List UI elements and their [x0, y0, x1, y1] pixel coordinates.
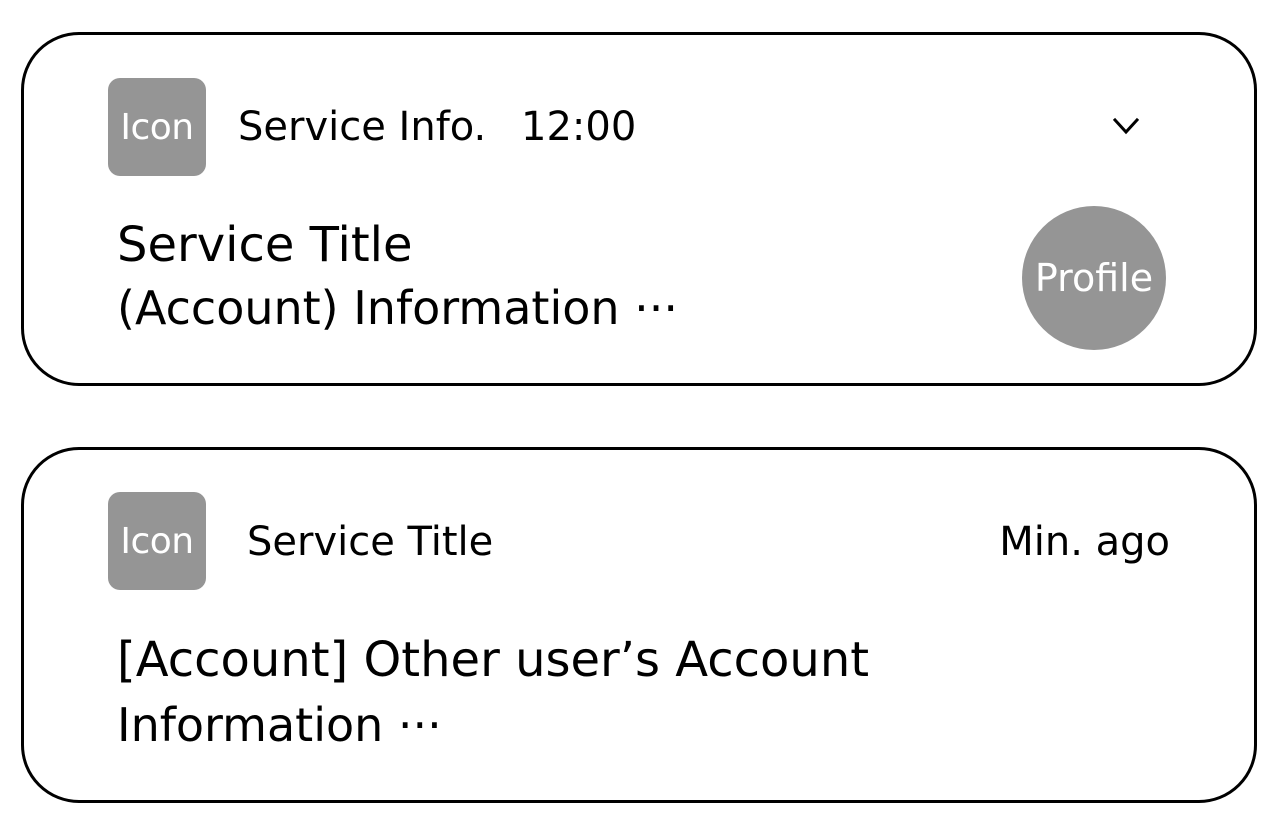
notification-title: Service Title — [117, 217, 413, 273]
notification-body: Information ··· — [117, 698, 442, 752]
service-title-label: Service Title — [247, 519, 494, 565]
notification-body: (Account) Information ··· — [117, 281, 679, 335]
notification-time-ago: Min. ago — [999, 519, 1170, 565]
app-icon: Icon — [108, 492, 206, 590]
chevron-down-icon[interactable] — [1111, 111, 1141, 141]
profile-avatar[interactable]: Profile — [1022, 206, 1166, 350]
service-info-label: Service Info. — [238, 104, 487, 150]
notification-time: 12:00 — [521, 104, 637, 150]
notification-card-2[interactable]: Icon Service Title Min. ago [Account] Ot… — [21, 447, 1257, 803]
notification-card-1[interactable]: Icon Service Info. 12:00 Service Title (… — [21, 32, 1257, 386]
app-icon: Icon — [108, 78, 206, 176]
notification-title: [Account] Other user’s Account — [117, 632, 870, 688]
